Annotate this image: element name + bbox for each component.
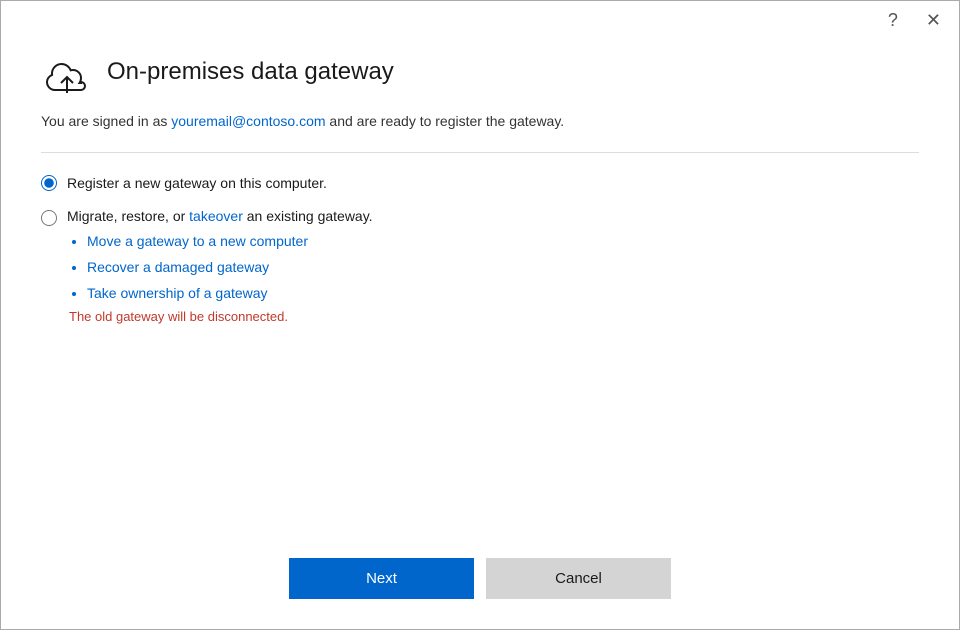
user-email: youremail@contoso.com: [171, 113, 325, 129]
title-bar: ? ✕: [1, 1, 959, 39]
option1-label[interactable]: Register a new gateway on this computer.: [41, 173, 919, 194]
bullet-text-3: Take ownership of a gateway: [87, 285, 268, 301]
options-container: Register a new gateway on this computer.…: [41, 173, 919, 324]
close-button[interactable]: ✕: [920, 9, 947, 31]
subtitle-prefix: You are signed in as: [41, 113, 171, 129]
option1-text: Register a new gateway on this computer.: [67, 173, 327, 194]
subtitle: You are signed in as youremail@contoso.c…: [41, 111, 919, 132]
option2-prefix: Migrate, restore, or: [67, 208, 189, 224]
dialog: ? ✕ On-premises data gateway You are sig…: [0, 0, 960, 630]
option2-link: takeover: [189, 208, 243, 224]
bullet-list: Move a gateway to a new computer Recover…: [69, 230, 373, 305]
main-content: On-premises data gateway You are signed …: [1, 39, 959, 538]
bullet-item-1: Move a gateway to a new computer: [87, 230, 373, 254]
header: On-premises data gateway: [41, 49, 919, 95]
disconnected-note: The old gateway will be disconnected.: [69, 309, 373, 324]
option2-label[interactable]: Migrate, restore, or takeover an existin…: [41, 208, 919, 324]
help-button[interactable]: ?: [882, 9, 904, 31]
dialog-title: On-premises data gateway: [107, 58, 394, 86]
option2-suffix: an existing gateway.: [243, 208, 373, 224]
cancel-button[interactable]: Cancel: [486, 558, 671, 599]
bullet-item-3: Take ownership of a gateway: [87, 282, 373, 306]
next-button[interactable]: Next: [289, 558, 474, 599]
bullet-item-2: Recover a damaged gateway: [87, 256, 373, 280]
option1-radio[interactable]: [41, 175, 57, 191]
title-bar-controls: ? ✕: [882, 9, 947, 31]
option2-text: Migrate, restore, or takeover an existin…: [67, 208, 373, 224]
bullet-text-1: Move a gateway to a new computer: [87, 233, 308, 249]
subtitle-suffix: and are ready to register the gateway.: [326, 113, 565, 129]
option2-content: Migrate, restore, or takeover an existin…: [67, 208, 373, 324]
option2-radio[interactable]: [41, 210, 57, 226]
cloud-upload-icon: [41, 49, 93, 95]
divider: [41, 152, 919, 153]
footer: Next Cancel: [1, 538, 959, 629]
bullet-text-2: Recover a damaged gateway: [87, 259, 269, 275]
